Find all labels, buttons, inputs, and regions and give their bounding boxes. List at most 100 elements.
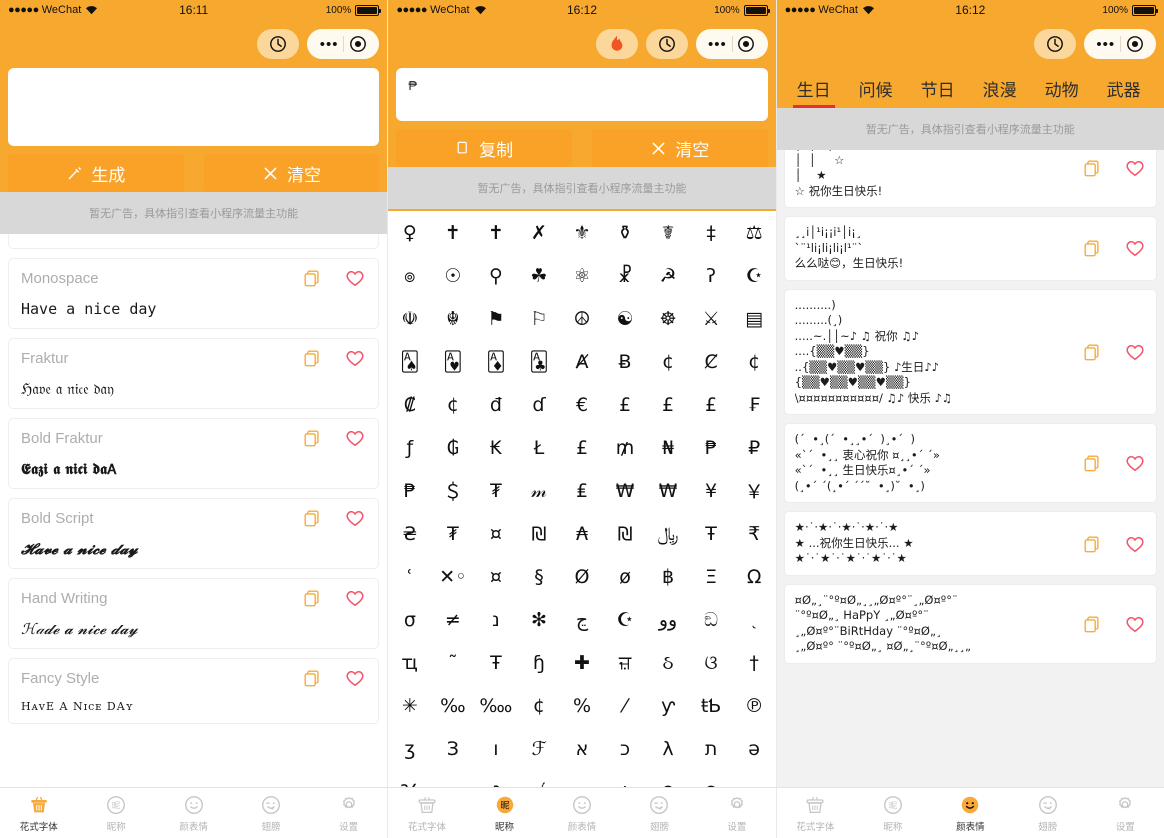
symbol-cell[interactable]: ⚜ [560, 211, 603, 254]
clear-button[interactable]: 清空 [592, 129, 768, 167]
symbol-cell[interactable]: ₲ [431, 426, 474, 469]
symbol-cell[interactable]: ₤ [560, 469, 603, 512]
wechat-capsule[interactable]: ••• [307, 29, 380, 59]
symbol-cell[interactable]: ¢ [431, 383, 474, 426]
symbol-cell[interactable]: ₪ [517, 512, 560, 555]
text-input[interactable] [8, 68, 380, 146]
wechat-capsule[interactable]: ••• [1083, 29, 1156, 59]
symbol-cell[interactable]: ¤ [474, 555, 517, 598]
symbol-cell[interactable]: ☭ [647, 254, 690, 297]
symbol-cell[interactable]: ‱ [474, 684, 517, 727]
symbol-cell[interactable]: ɗ [517, 383, 560, 426]
symbol-cell[interactable]: ‰ [431, 684, 474, 727]
symbol-cell[interactable]: ￥ [733, 469, 776, 512]
symbol-cell[interactable]: ⊛ [690, 770, 733, 788]
tab-nickname[interactable]: 昵 昵称 [466, 788, 543, 838]
art-card[interactable]: ¸¸i│¹i¡¡i¹│i¡¸ `¨¹li¡li¡li¡l¹¨` 么么哒😊，生日快… [783, 216, 1157, 281]
symbol-cell[interactable]: ๏ [388, 254, 431, 297]
symbol-cell[interactable]: ₡ [388, 383, 431, 426]
symbol-cell[interactable]: ✳ [388, 684, 431, 727]
symbol-cell[interactable]: ฿ [647, 555, 690, 598]
symbol-cell[interactable]: † [733, 641, 776, 684]
symbol-cell[interactable]: ₭ [474, 426, 517, 469]
symbol-cell[interactable]: ŧƄ [690, 684, 733, 727]
tab-settings[interactable]: 设置 [310, 788, 387, 838]
symbol-cell[interactable]: ₹ [733, 512, 776, 555]
tab-settings[interactable]: 设置 [698, 788, 775, 838]
symbol-cell[interactable]: ✚ [560, 641, 603, 684]
tab-settings[interactable]: 设置 [1087, 788, 1164, 838]
symbol-cell[interactable]: ₣ [733, 383, 776, 426]
symbol-cell[interactable]: ø [604, 555, 647, 598]
symbol-cell[interactable]: ☪ [604, 598, 647, 641]
font-card[interactable]: Bold Fraktur 𝕰𝖆𝖟𝖎 𝖆 𝖓𝖎𝖈𝖎 𝖉𝖆𝖠 [8, 418, 380, 489]
category-tab-greeting[interactable]: 问候 [845, 76, 907, 108]
symbol-cell[interactable]: כ [604, 727, 647, 770]
symbol-cell[interactable]: £ [690, 383, 733, 426]
ad-placeholder-banner[interactable]: 暂无广告，具体指引查看小程序流量主功能 [388, 167, 776, 209]
symbol-cell[interactable]: € [560, 383, 603, 426]
symbol-cell[interactable]: ҵ [388, 641, 431, 684]
symbol-cell[interactable]: ₽ [733, 426, 776, 469]
symbol-cell[interactable]: Ŧ [474, 641, 517, 684]
symbol-cell[interactable]: ⚑ [474, 297, 517, 340]
symbol-cell[interactable]: ☉ [431, 254, 474, 297]
tab-wings[interactable]: 翅膀 [1009, 788, 1086, 838]
symbol-cell[interactable]: ı [474, 727, 517, 770]
symbol-cell[interactable]: Ƀ [604, 340, 647, 383]
tab-nickname[interactable]: 昵 昵称 [77, 788, 154, 838]
symbol-cell[interactable]: ת [690, 727, 733, 770]
art-card[interactable]: │ │ │ ★ │ │ ☆ │ ★ ☆ 祝你生日快乐! [783, 150, 1157, 209]
symbol-cell[interactable]: 🃑 [517, 340, 560, 383]
tab-emoticon[interactable]: 颜表情 [155, 788, 232, 838]
symbol-cell[interactable]: Ξ [690, 555, 733, 598]
tab-wings[interactable]: 翅膀 [232, 788, 309, 838]
art-card[interactable]: ..........) .........(¸) .....~.││~♪ ♫ 祝… [783, 288, 1157, 416]
symbol-cell[interactable]: ₦ [647, 426, 690, 469]
symbol-cell[interactable]: Ł [517, 426, 560, 469]
tab-emoticon[interactable]: 颜表情 [543, 788, 620, 838]
symbol-cell[interactable]: ∞ [560, 770, 603, 788]
category-tab-romance[interactable]: 浪漫 [969, 76, 1031, 108]
tab-wings[interactable]: 翅膀 [621, 788, 698, 838]
symbol-cell[interactable]: ☮ [560, 297, 603, 340]
symbol-cell[interactable]: ¢ [647, 340, 690, 383]
symbol-cell[interactable]: ƴ [647, 684, 690, 727]
symbol-cell[interactable]: ₩ [604, 469, 647, 512]
symbol-cell[interactable]: § [517, 555, 560, 598]
symbol-cell[interactable]: ↭ [431, 770, 474, 788]
generate-button[interactable]: 生成 [8, 154, 184, 192]
tab-fancy-font[interactable]: 花式字体 [777, 788, 854, 838]
category-tab-face[interactable]: 面 [1155, 76, 1164, 108]
symbol-cell[interactable]: ↬ [733, 770, 776, 788]
tab-emoticon[interactable]: 颜表情 [932, 788, 1009, 838]
symbol-cell[interactable]: 🂱 [431, 340, 474, 383]
symbol-cell[interactable]: ˜ [431, 641, 474, 684]
symbol-cell[interactable]: ✕◦ [431, 555, 474, 598]
history-clock-button[interactable] [257, 29, 300, 59]
font-card[interactable]: Hand Writing ℋ𝒶𝓭𝓮 𝓪 𝓷𝓲𝓬𝓮 𝓭𝓪𝔂 [8, 578, 380, 649]
symbol-cell[interactable]: ♀ [388, 211, 431, 254]
symbol-cell[interactable]: Ŧ [690, 512, 733, 555]
symbol-cell[interactable]: ⚱ [604, 211, 647, 254]
symbol-cell[interactable]: ₮ [474, 469, 517, 512]
symbol-cell[interactable]: ＄ [431, 469, 474, 512]
ad-placeholder-banner[interactable]: 暂无广告，具体指引查看小程序流量主功能 [0, 192, 388, 234]
symbol-cell[interactable]: ℗ [733, 684, 776, 727]
symbol-cell[interactable]: ₴ [388, 512, 431, 555]
more-dots-icon[interactable]: ••• [1096, 37, 1115, 52]
symbol-cell[interactable]: נ [474, 598, 517, 641]
symbol-cell[interactable]: σ [388, 598, 431, 641]
font-card[interactable]: Fraktur ℌ𝔞𝔳𝔢 𝔞 𝔫𝔦𝔠𝔢 𝔡𝔞𝔶 [8, 338, 380, 409]
symbol-cell[interactable]: ⁄ [604, 684, 647, 727]
symbol-cell[interactable]: ✝ [431, 211, 474, 254]
symbol-cell[interactable]: ₮ [431, 512, 474, 555]
more-dots-icon[interactable]: ••• [708, 37, 727, 52]
more-dots-icon[interactable]: ••• [320, 37, 339, 52]
symbol-cell[interactable]: ¥ [690, 469, 733, 512]
art-card[interactable]: ¤Ø„¸¨°º¤Ø„¸¸„Ø¤º°¨¸„Ø¤º°¨ ¨°º¤Ø„¸ HaPpY … [783, 583, 1157, 664]
symbol-cell[interactable]: Ȼ [690, 340, 733, 383]
symbol-cell[interactable]: ⚔ [690, 297, 733, 340]
category-tab-festival[interactable]: 节日 [907, 76, 969, 108]
symbol-cell[interactable]: ₥ [604, 426, 647, 469]
